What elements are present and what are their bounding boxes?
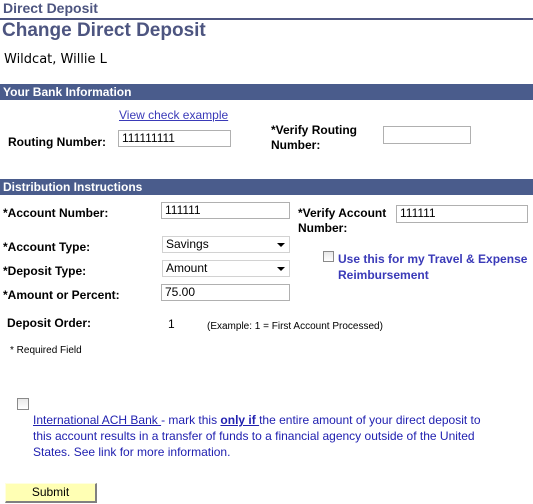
ach-text-before-bold: - mark this	[161, 413, 221, 427]
ach-text-after-bold: the entire amount of your direct deposit…	[259, 413, 481, 427]
amount-or-percent-input[interactable]: 75.00	[161, 284, 290, 301]
deposit-order-label: Deposit Order:	[7, 316, 92, 330]
required-field-note: * Required Field	[10, 345, 82, 356]
travel-expense-label-line1[interactable]: Use this for my Travel & Expense	[338, 252, 527, 266]
deposit-type-selected-value: Amount	[166, 261, 208, 275]
international-ach-checkbox[interactable]	[17, 398, 29, 410]
verify-routing-label-line2: Number:	[271, 138, 321, 152]
submit-button[interactable]: Submit	[5, 483, 97, 503]
deposit-type-label: *Deposit Type:	[3, 264, 87, 278]
verify-account-label-line1: *Verify Account	[298, 206, 387, 220]
routing-number-label: Routing Number:	[8, 135, 106, 149]
international-ach-line2: this account results in a transfer of fu…	[33, 429, 475, 443]
account-type-label: *Account Type:	[3, 240, 91, 254]
verify-account-label-line2: Number:	[298, 221, 348, 235]
verify-routing-number-input[interactable]	[383, 126, 471, 144]
distribution-section-header: Distribution Instructions	[0, 179, 533, 195]
verify-routing-label-line1: *Verify Routing	[271, 123, 358, 137]
view-check-example-link[interactable]: View check example	[119, 108, 228, 122]
only-if-link[interactable]: only if	[220, 413, 259, 427]
employee-name: Wildcat, Willie L	[4, 52, 107, 67]
verify-account-number-input[interactable]: 111111	[396, 205, 528, 223]
deposit-order-value: 1	[168, 317, 175, 331]
travel-expense-label-line2[interactable]: Reimbursement	[338, 268, 429, 282]
deposit-order-hint: (Example: 1 = First Account Processed)	[207, 321, 383, 332]
international-ach-line1: International ACH Bank - mark this only …	[33, 412, 533, 428]
chevron-down-icon	[277, 267, 285, 271]
account-type-select[interactable]: Savings	[162, 236, 290, 253]
breadcrumb-title: Direct Deposit	[3, 0, 98, 16]
amount-or-percent-label: *Amount or Percent:	[3, 288, 120, 302]
travel-expense-checkbox[interactable]	[323, 251, 334, 262]
international-ach-line3: States. See link for more information.	[33, 445, 231, 459]
international-ach-bank-link[interactable]: International ACH Bank	[33, 413, 161, 427]
page-title: Change Direct Deposit	[2, 20, 206, 41]
account-number-input[interactable]: 111111	[161, 202, 290, 219]
deposit-type-select[interactable]: Amount	[162, 260, 290, 277]
account-number-label: *Account Number:	[3, 206, 109, 220]
account-type-selected-value: Savings	[166, 237, 209, 251]
routing-number-input[interactable]: 111111111	[118, 130, 231, 147]
chevron-down-icon	[277, 243, 285, 247]
bank-info-section-header: Your Bank Information	[0, 84, 533, 100]
